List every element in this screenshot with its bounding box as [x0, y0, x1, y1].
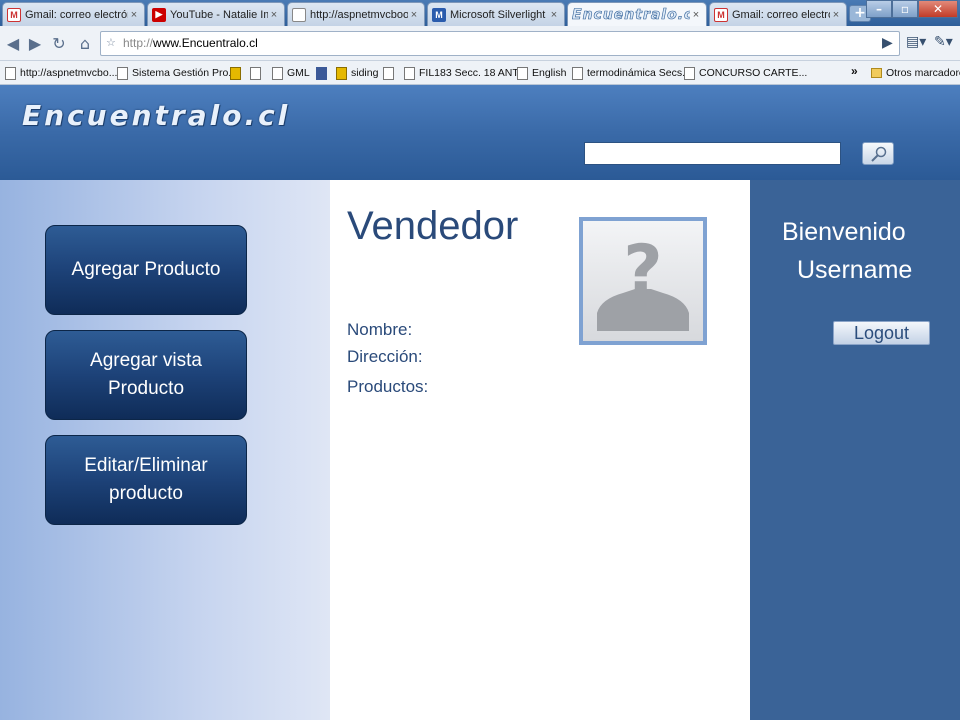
search-button[interactable]: [862, 142, 894, 165]
seller-products-label: Productos:: [347, 377, 429, 396]
bookmark-item[interactable]: [250, 65, 265, 81]
search-input[interactable]: [584, 142, 841, 165]
bookmark-label: http://aspnetmvcbo...: [20, 67, 118, 79]
gold-icon: [336, 66, 347, 80]
page-icon: [404, 66, 415, 80]
close-icon[interactable]: ×: [268, 9, 280, 21]
edit-delete-product-button[interactable]: Editar/Eliminar producto: [45, 435, 247, 525]
browser-tab-encuentralo[interactable]: Encuentralo.cl ×: [567, 2, 707, 27]
bookmarks-more-button[interactable]: »: [851, 64, 858, 78]
home-icon[interactable]: ⌂: [74, 33, 96, 55]
page-title: Vendedor: [347, 204, 519, 248]
browser-tab-youtube[interactable]: ▶ YouTube - Natalie Imbr... ×: [147, 2, 285, 26]
url-scheme: http://: [123, 36, 154, 50]
address-bar[interactable]: ☆ http://www.Encuentralo.cl: [100, 31, 900, 56]
minimize-icon[interactable]: –: [866, 0, 892, 18]
tab-label: Microsoft Silverlight: [450, 8, 546, 21]
page-icon: [292, 7, 306, 22]
browser-toolbar: ◀ ▶ ↻ ⌂ ☆ http://www.Encuentralo.cl ▶ ▤▾…: [0, 26, 960, 61]
bookmark-label: English: [532, 67, 567, 79]
reload-icon[interactable]: ↻: [48, 33, 70, 55]
maximize-icon[interactable]: ▫: [892, 0, 918, 18]
page-menu-icon[interactable]: ▤▾: [906, 34, 926, 50]
site-logo[interactable]: Encuentralo.cl: [22, 99, 290, 132]
page-icon: [517, 66, 528, 80]
gold-icon: [230, 66, 241, 80]
page-icon: [272, 66, 283, 80]
silverlight-icon: M: [432, 7, 446, 22]
page-icon: [117, 66, 128, 80]
page-icon: [250, 66, 261, 80]
avatar: ?: [579, 217, 707, 345]
browser-tab-aspnetmvcbook[interactable]: http://aspnetmvcbook.... ×: [287, 2, 425, 26]
facebook-icon: [316, 66, 327, 80]
bookmarks-bar: http://aspnetmvcbo... Sistema Gestión Pr…: [0, 61, 960, 85]
bookmark-label: GML: [287, 67, 310, 79]
main-content: Vendedor ? Nombre: Dirección: Productos:: [330, 180, 750, 720]
bookmark-item[interactable]: English: [517, 65, 566, 81]
close-window-icon[interactable]: ✕: [918, 0, 958, 18]
close-icon[interactable]: ×: [408, 9, 420, 21]
browser-tab-gmail[interactable]: M Gmail: correo electrónic... ×: [2, 2, 145, 26]
gmail-icon: M: [714, 7, 728, 22]
bookmark-label: Sistema Gestión Pro...: [132, 67, 238, 79]
bookmark-item[interactable]: GML: [272, 65, 310, 81]
add-product-button[interactable]: Agregar Producto: [45, 225, 247, 315]
username-text: Username: [797, 256, 913, 284]
account-panel: Bienvenido Username Logout: [750, 180, 960, 720]
page-icon: [5, 66, 16, 80]
browser-tab-silverlight[interactable]: M Microsoft Silverlight ×: [427, 2, 565, 26]
bookmark-item[interactable]: http://aspnetmvcbo...: [5, 65, 117, 81]
close-icon[interactable]: ×: [690, 9, 702, 21]
youtube-icon: ▶: [152, 7, 166, 22]
other-bookmarks-folder[interactable]: Otros marcadores: [871, 65, 960, 81]
unknown-user-icon: ?: [597, 231, 689, 331]
bookmark-item[interactable]: [230, 65, 245, 81]
close-icon[interactable]: ×: [830, 9, 842, 21]
tab-label: http://aspnetmvcbook....: [310, 8, 408, 21]
bookmark-label: termodinámica Secs...: [587, 67, 691, 79]
svg-text:?: ?: [623, 231, 662, 310]
search-icon: [871, 146, 887, 162]
forward-icon[interactable]: ▶: [24, 33, 46, 55]
page-icon: [684, 66, 695, 80]
go-icon[interactable]: ▶: [882, 35, 893, 51]
bookmark-item[interactable]: FIL183 Secc. 18 ANT...: [404, 65, 526, 81]
page-icon: [572, 66, 583, 80]
logout-button[interactable]: Logout: [833, 321, 930, 345]
star-icon[interactable]: ☆: [106, 32, 116, 55]
bookmark-item[interactable]: CONCURSO CARTE...: [684, 65, 807, 81]
bookmark-item[interactable]: siding: [336, 65, 378, 81]
sidebar: Agregar Producto Agregar vista Producto …: [0, 180, 330, 720]
window-controls: – ▫ ✕: [866, 0, 958, 18]
url-host: www.Encuentralo.cl: [153, 36, 258, 50]
page-icon: [383, 66, 394, 80]
tab-label: YouTube - Natalie Imbr...: [170, 8, 268, 21]
close-icon[interactable]: ×: [548, 9, 560, 21]
folder-icon: [871, 68, 882, 78]
browser-tab-gmail-2[interactable]: M Gmail: correo electrónic... ×: [709, 2, 847, 26]
close-icon[interactable]: ×: [128, 9, 140, 21]
site-header: Encuentralo.cl: [0, 85, 960, 180]
tab-label: Gmail: correo electrónic...: [25, 8, 128, 21]
bookmark-item[interactable]: [383, 65, 398, 81]
gmail-icon: M: [7, 7, 21, 22]
seller-address-label: Dirección:: [347, 347, 423, 366]
bookmark-label: CONCURSO CARTE...: [699, 67, 808, 79]
bookmark-item[interactable]: termodinámica Secs...: [572, 65, 691, 81]
bookmark-item[interactable]: [316, 65, 331, 81]
add-product-view-button[interactable]: Agregar vista Producto: [45, 330, 247, 420]
bookmark-label: siding: [351, 67, 379, 79]
welcome-text: Bienvenido: [782, 218, 906, 246]
bookmark-item[interactable]: Sistema Gestión Pro...: [117, 65, 237, 81]
encuentralo-logo: Encuentralo.cl: [572, 7, 690, 23]
seller-name-label: Nombre:: [347, 320, 413, 339]
bookmark-label: FIL183 Secc. 18 ANT...: [419, 67, 527, 79]
back-icon[interactable]: ◀: [2, 33, 24, 55]
browser-tab-strip: M Gmail: correo electrónic... × ▶ YouTub…: [0, 0, 960, 27]
tab-label: Gmail: correo electrónic...: [732, 8, 830, 21]
wrench-icon[interactable]: ✎▾: [934, 34, 953, 50]
bookmark-label: Otros marcadores: [886, 67, 960, 79]
